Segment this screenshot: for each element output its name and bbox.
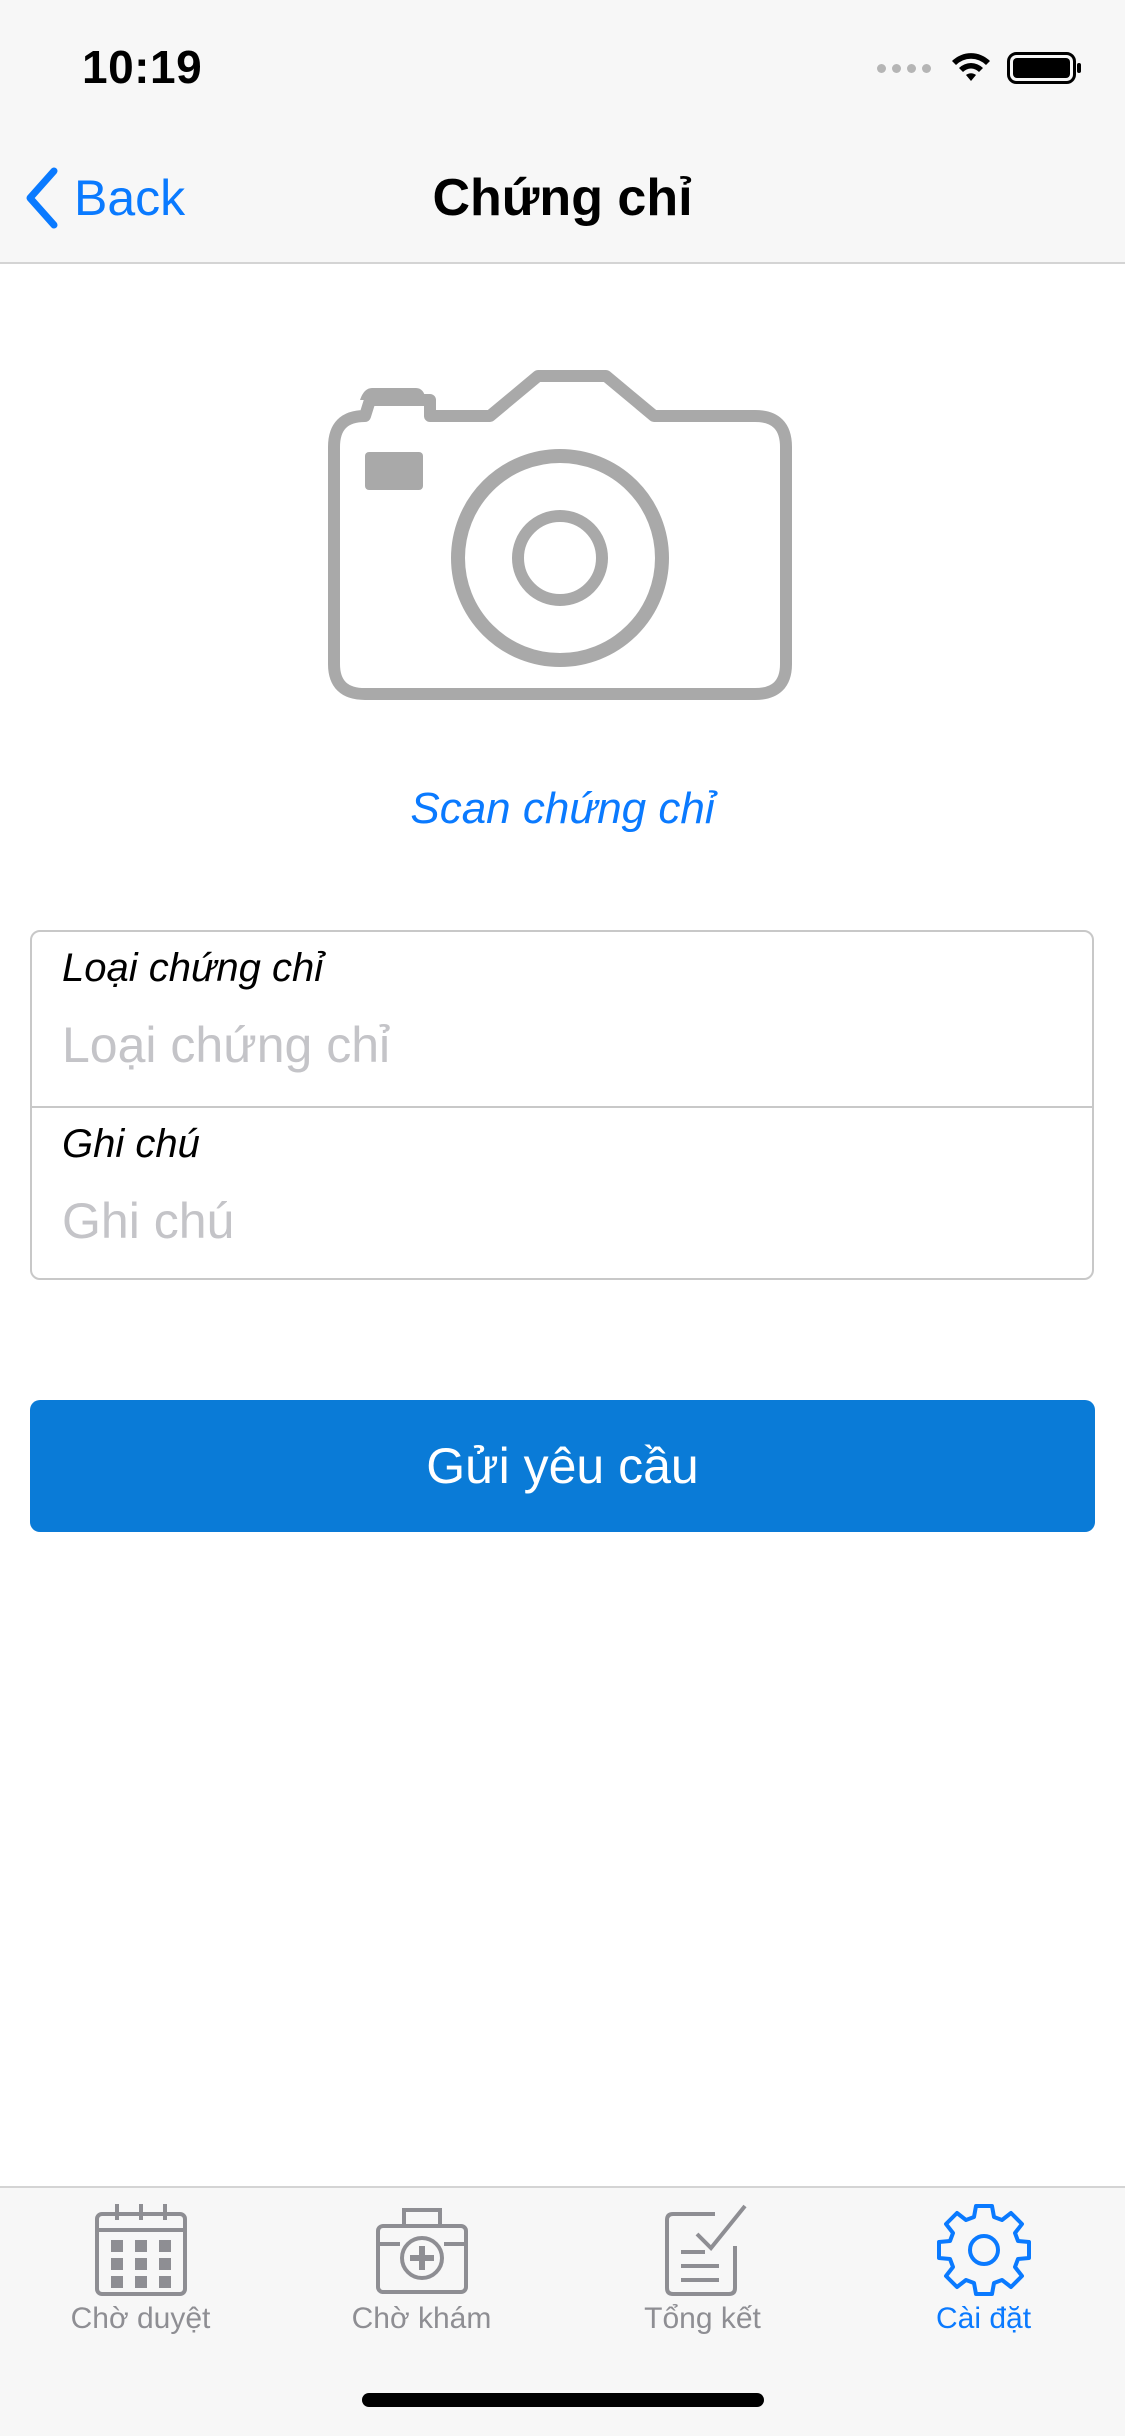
page-title: Chứng chỉ [432,169,693,227]
status-icons [877,50,1083,86]
tab-cho-duyet[interactable]: Chờ duyệt [0,2200,281,2370]
home-indicator [362,2393,764,2407]
status-bar: 10:19 [0,0,1125,132]
tab-cho-kham[interactable]: Chờ khám [281,2200,562,2370]
certificate-type-row: Loại chứng chỉ [32,932,1092,1106]
certificate-type-input[interactable] [62,1010,1062,1080]
status-time: 10:19 [82,41,203,93]
certificate-type-label: Loại chứng chỉ [62,946,324,990]
camera-icon [328,370,792,700]
tab-label: Cài đặt [935,2302,1032,2335]
gear-icon [936,2204,1031,2296]
submit-request-button[interactable]: Gửi yêu cầu [30,1400,1095,1532]
medical-kit-icon [375,2208,468,2294]
tab-label: Chờ duyệt [70,2302,211,2335]
wifi-icon [952,53,990,81]
certificate-form: Loại chứng chỉ Ghi chú [30,930,1094,1280]
navigation-bar: Back Chứng chỉ [0,132,1125,264]
scan-camera-button[interactable] [320,360,800,720]
checklist-icon [664,2204,747,2296]
calendar-icon [94,2204,187,2296]
note-label: Ghi chú [62,1122,200,1166]
tab-label: Chờ khám [351,2302,492,2335]
tab-cai-dat[interactable]: Cài đặt [843,2200,1124,2370]
tab-tong-ket[interactable]: Tổng kết [562,2200,843,2370]
cellular-signal-icon [877,63,931,73]
battery-icon [1007,52,1081,84]
tab-label: Tổng kết [644,2302,761,2335]
note-input[interactable] [62,1186,1062,1256]
note-row: Ghi chú [32,1106,1092,1278]
scan-certificate-link[interactable]: Scan chứng chỉ [0,784,1125,834]
